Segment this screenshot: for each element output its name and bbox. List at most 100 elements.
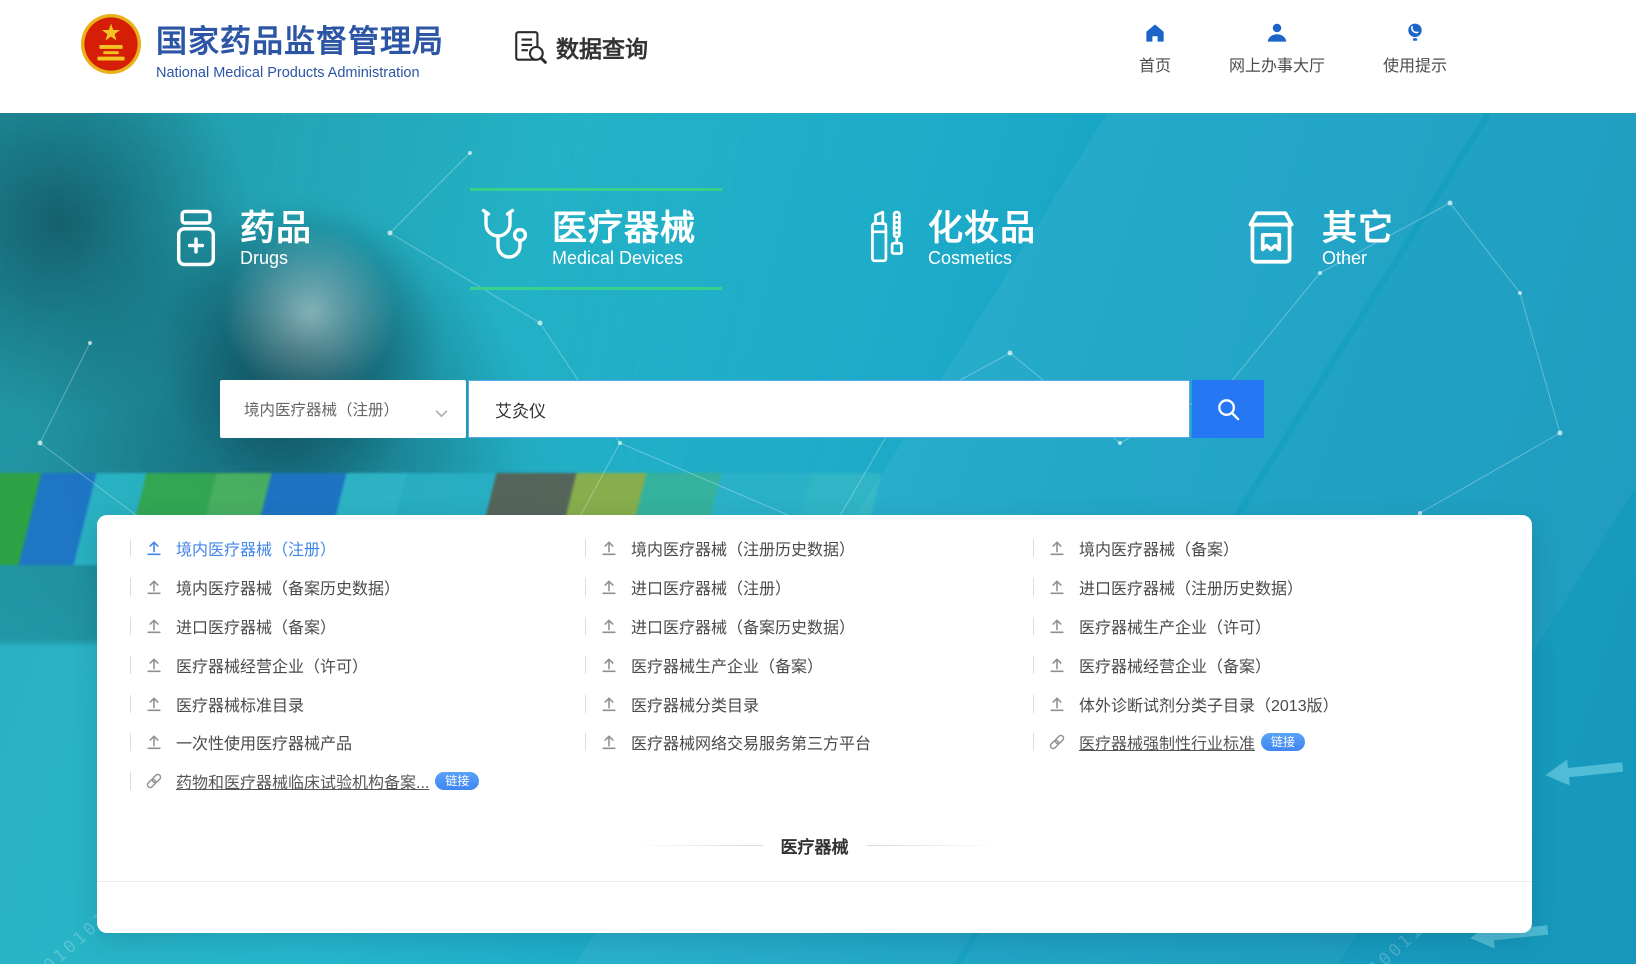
- panel-item[interactable]: 医疗器械网络交易服务第三方平台: [585, 723, 871, 762]
- panel-item[interactable]: 进口医疗器械（备案历史数据）: [585, 607, 871, 646]
- search-input[interactable]: [468, 380, 1190, 438]
- panel-item[interactable]: 医疗器械生产企业（备案）: [585, 645, 871, 684]
- item-divider: [1033, 695, 1034, 713]
- item-divider: [130, 733, 131, 751]
- panel-item[interactable]: 境内医疗器械（备案历史数据）: [130, 568, 479, 607]
- item-divider: [1033, 617, 1034, 635]
- panel-item[interactable]: 一次性使用医疗器械产品: [130, 723, 479, 762]
- panel-item-label: 一次性使用医疗器械产品: [176, 730, 352, 754]
- tab-text: 医疗器械Medical Devices: [552, 211, 696, 269]
- panel-item[interactable]: 医疗器械经营企业（备案）: [1033, 645, 1339, 684]
- nav-home[interactable]: 首页: [1125, 20, 1185, 76]
- home-icon: [1142, 20, 1168, 46]
- nav-label: 使用提示: [1383, 52, 1447, 76]
- panel-item-label: 医疗器械经营企业（许可）: [176, 653, 368, 677]
- link-badge: 链接: [1261, 733, 1305, 751]
- tab-text: 其它Other: [1322, 211, 1394, 269]
- panel-item-label: 进口医疗器械（注册历史数据）: [1079, 575, 1303, 599]
- divider-line: [631, 845, 763, 846]
- panel-item[interactable]: 医疗器械标准目录: [130, 684, 479, 723]
- panel-item[interactable]: 进口医疗器械（注册历史数据）: [1033, 568, 1339, 607]
- panel-item-label: 医疗器械生产企业（许可）: [1079, 614, 1271, 638]
- panel-item-label: 进口医疗器械（注册）: [631, 575, 791, 599]
- item-divider: [1033, 733, 1034, 751]
- panel-item[interactable]: 药物和医疗器械临床试验机构备案...链接: [130, 762, 479, 801]
- panel-item[interactable]: 医疗器械生产企业（许可）: [1033, 607, 1339, 646]
- panel-item[interactable]: 医疗器械经营企业（许可）: [130, 645, 479, 684]
- export-icon: [1048, 695, 1066, 713]
- item-divider: [585, 695, 586, 713]
- tab-medical-devices[interactable]: 医疗器械Medical Devices: [478, 201, 696, 279]
- search-button[interactable]: [1192, 380, 1264, 438]
- item-divider: [130, 578, 131, 596]
- panel-item-label: 体外诊断试剂分类子目录（2013版）: [1079, 692, 1339, 716]
- store-icon: [1238, 208, 1304, 273]
- panel-item-label: 境内医疗器械（注册）: [176, 536, 336, 560]
- item-divider: [130, 656, 131, 674]
- panel-item-label: 医疗器械网络交易服务第三方平台: [631, 730, 871, 754]
- export-icon: [1048, 539, 1066, 557]
- item-divider: [130, 695, 131, 713]
- panel-item[interactable]: 境内医疗器械（备案）: [1033, 529, 1339, 568]
- panel-item[interactable]: 医疗器械分类目录: [585, 684, 871, 723]
- tab-label-zh: 化妆品: [928, 211, 1036, 248]
- panel-item[interactable]: 境内医疗器械（注册）: [130, 529, 479, 568]
- tab-label-en: Medical Devices: [552, 248, 696, 270]
- panel-item[interactable]: 体外诊断试剂分类子目录（2013版）: [1033, 684, 1339, 723]
- chevron-down-icon: [435, 405, 448, 414]
- tab-label-zh: 药品: [240, 211, 312, 248]
- search-icon: [1215, 396, 1242, 423]
- site-title-zh: 国家药品监督管理局: [156, 16, 444, 61]
- export-icon: [145, 733, 163, 751]
- panel-item-label: 境内医疗器械（注册历史数据）: [631, 536, 855, 560]
- site-logo: 国家药品监督管理局 National Medical Products Admi…: [156, 16, 444, 81]
- nav-user[interactable]: 网上办事大厅: [1217, 20, 1337, 76]
- link-icon: [145, 772, 163, 790]
- lipstick-icon: [868, 209, 910, 272]
- panel-section-title-label: 医疗器械: [781, 833, 849, 858]
- item-divider: [130, 617, 131, 635]
- export-icon: [600, 695, 618, 713]
- panel-item-label: 进口医疗器械（备案）: [176, 614, 336, 638]
- tab-label-zh: 医疗器械: [552, 211, 696, 248]
- item-divider: [585, 539, 586, 557]
- panel-item[interactable]: 医疗器械强制性行业标准链接: [1033, 723, 1339, 762]
- tab-text: 化妆品Cosmetics: [928, 211, 1036, 269]
- export-icon: [600, 656, 618, 674]
- link-icon: [1048, 733, 1066, 751]
- export-icon: [1048, 617, 1066, 635]
- export-icon: [600, 617, 618, 635]
- panel-item[interactable]: 进口医疗器械（备案）: [130, 607, 479, 646]
- divider-line: [867, 845, 999, 846]
- page-title: 数据查询: [512, 26, 648, 68]
- panel-item-label: 境内医疗器械（备案历史数据）: [176, 575, 400, 599]
- item-divider: [130, 772, 131, 790]
- panel-item-label: 药物和医疗器械临床试验机构备案...: [176, 769, 429, 793]
- tab-cosmetics[interactable]: 化妆品Cosmetics: [868, 201, 1036, 279]
- tab-label-zh: 其它: [1322, 211, 1394, 248]
- tab-label-en: Drugs: [240, 248, 312, 270]
- nav-label: 首页: [1139, 52, 1171, 76]
- tab-other[interactable]: 其它Other: [1238, 201, 1394, 279]
- panel-item-label: 医疗器械强制性行业标准: [1079, 730, 1255, 754]
- item-divider: [585, 578, 586, 596]
- export-icon: [145, 578, 163, 596]
- category-select[interactable]: 境内医疗器械（注册）: [220, 380, 466, 438]
- tab-label-en: Cosmetics: [928, 248, 1036, 270]
- export-icon: [600, 733, 618, 751]
- panel-item[interactable]: 境内医疗器械（注册历史数据）: [585, 529, 871, 568]
- page: 国家药品监督管理局 National Medical Products Admi…: [0, 0, 1636, 964]
- panel-item[interactable]: 进口医疗器械（注册）: [585, 568, 871, 607]
- arrow-left-decoration: [1544, 754, 1624, 788]
- nav-bulb[interactable]: 使用提示: [1375, 20, 1455, 76]
- tab-label-en: Other: [1322, 248, 1394, 270]
- export-icon: [145, 656, 163, 674]
- item-divider: [1033, 578, 1034, 596]
- bulb-icon: [1402, 20, 1428, 46]
- item-divider: [1033, 539, 1034, 557]
- tab-drugs[interactable]: 药品Drugs: [170, 201, 312, 279]
- pill-bottle-icon: [170, 208, 222, 273]
- dataset-column: 境内医疗器械（注册） 境内医疗器械（备案历史数据） 进口医疗器械（备案） 医疗器械经营…: [130, 529, 479, 801]
- panel-item-label: 医疗器械经营企业（备案）: [1079, 653, 1271, 677]
- export-icon: [600, 578, 618, 596]
